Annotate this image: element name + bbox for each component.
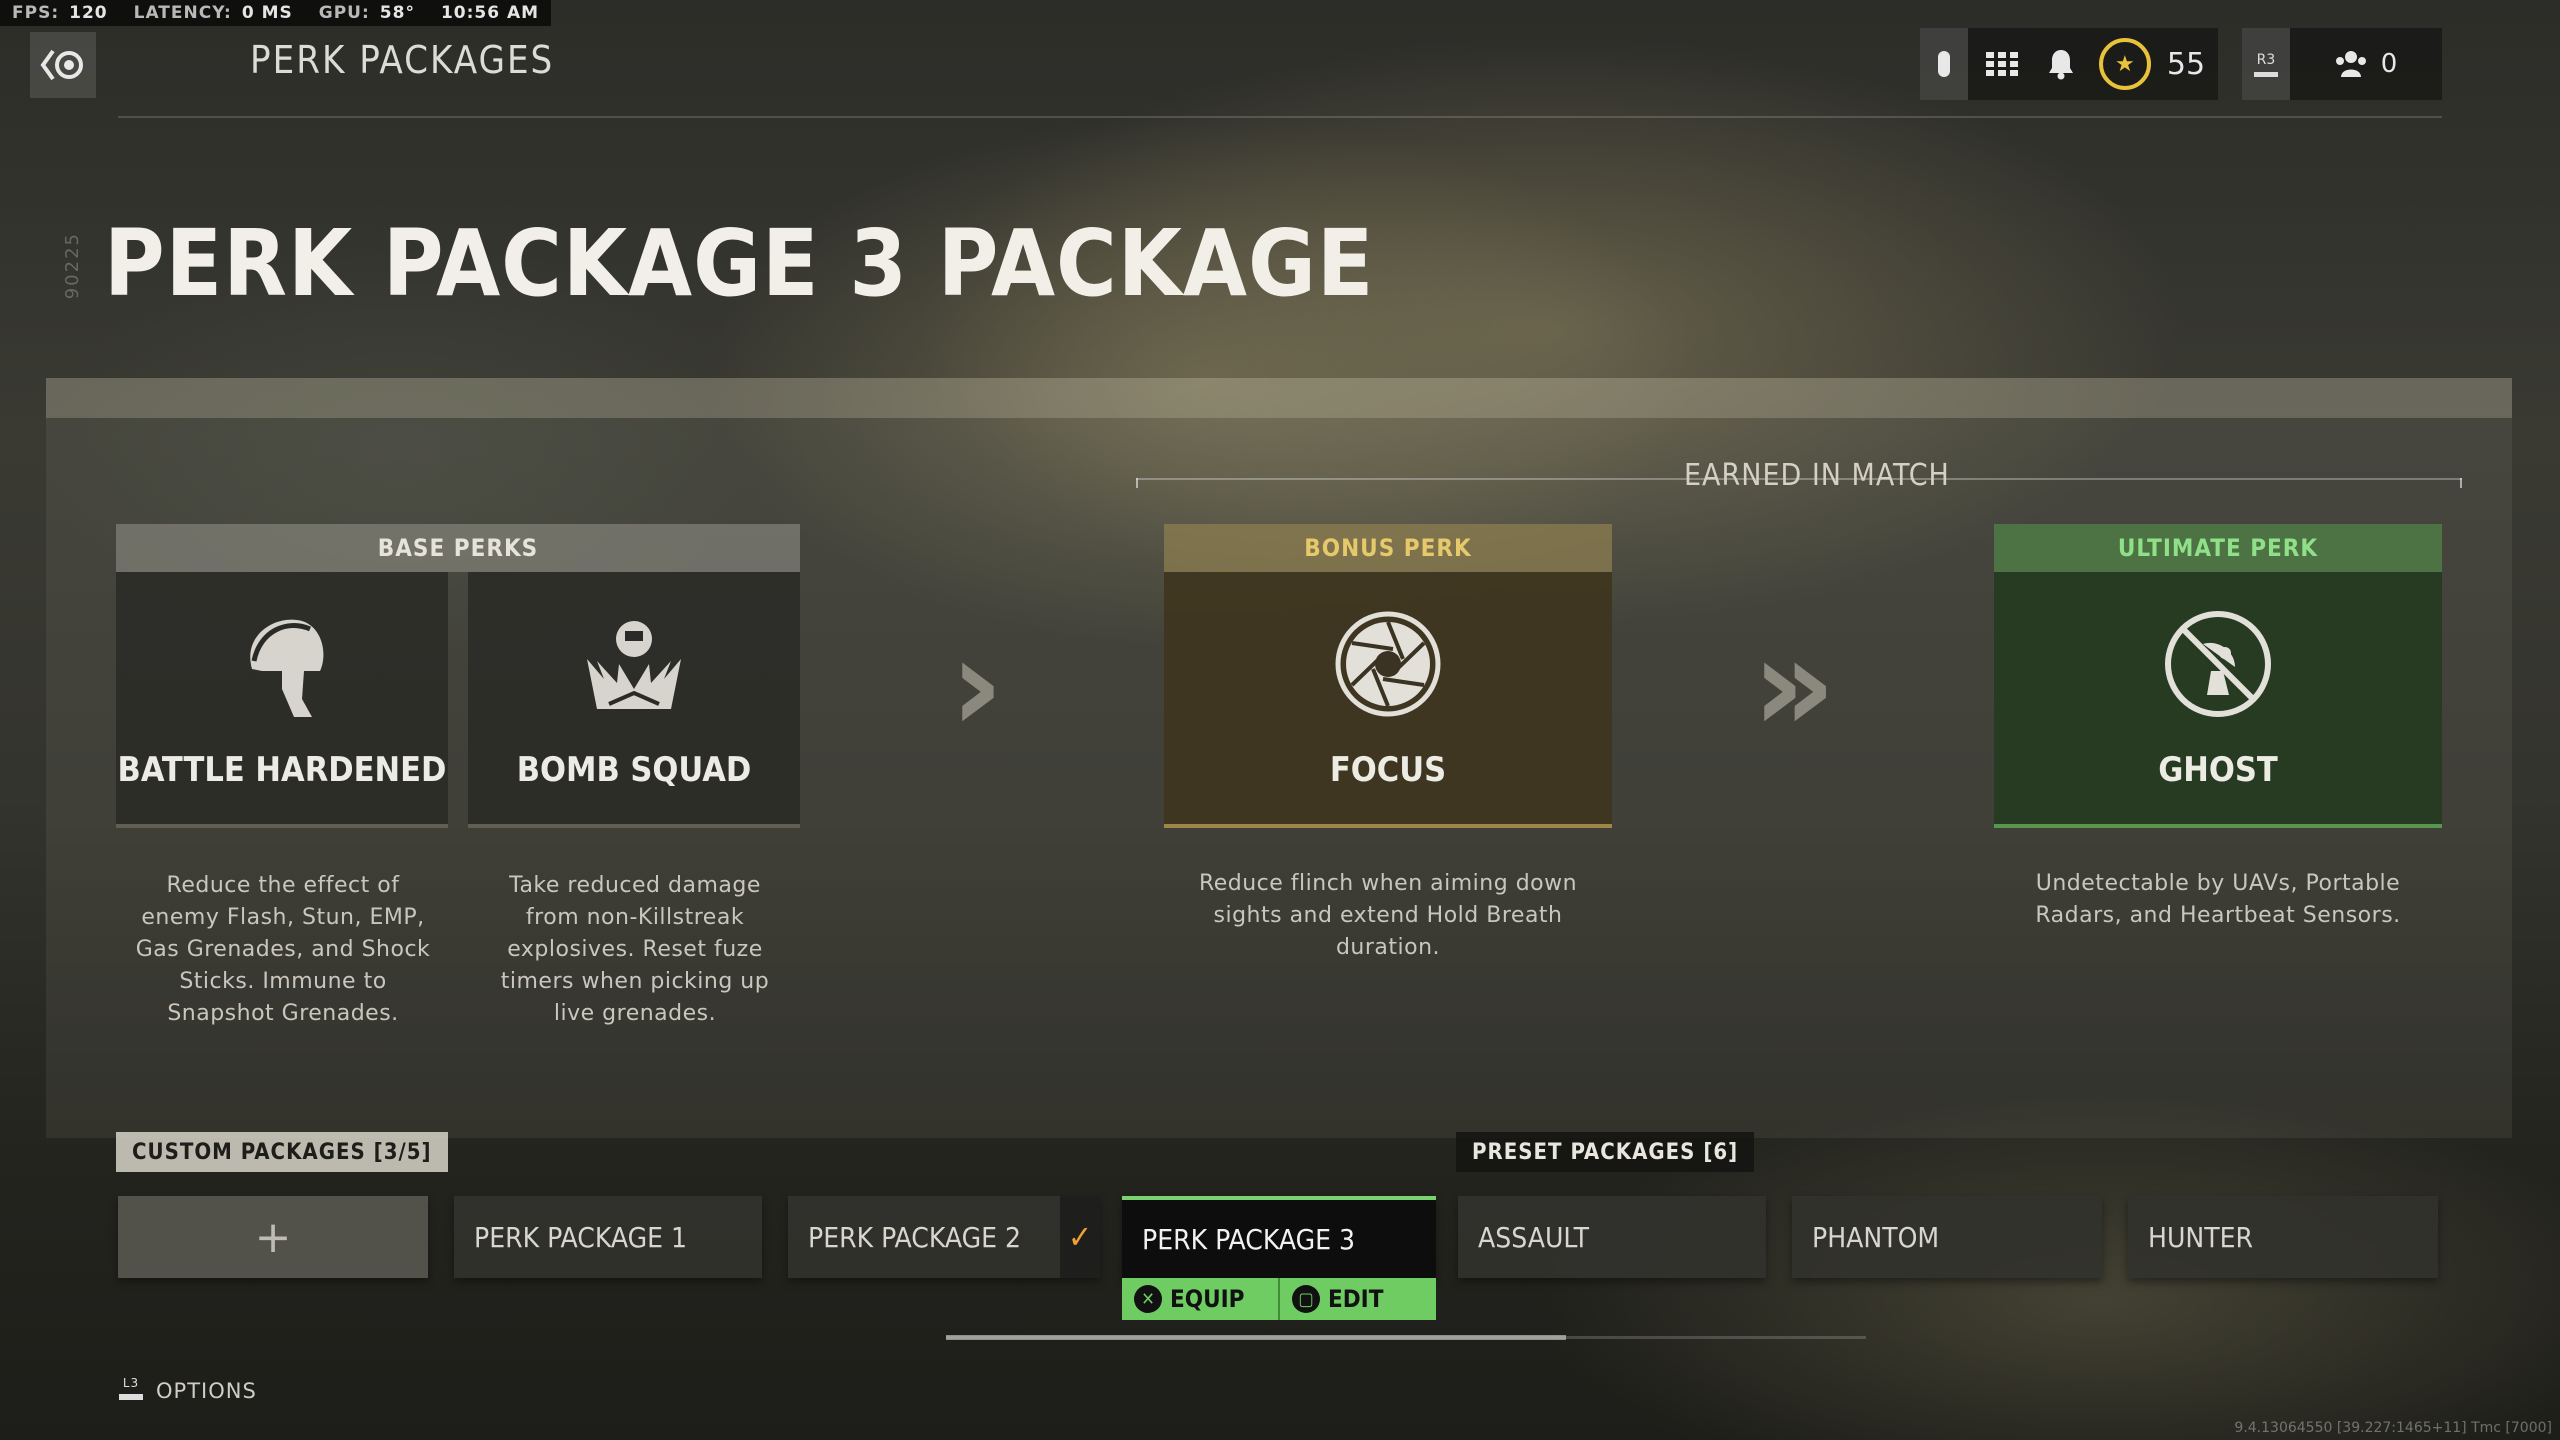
perk-description: Undetectable by UAVs, Portable Radars, a… [2035,871,2401,928]
l3-button-icon: L3 [118,1376,144,1406]
equip-label: EQUIP [1170,1285,1245,1313]
perk-name: FOCUS [1329,750,1447,790]
perk-card-ghost[interactable]: GHOST [1994,572,2442,828]
progression-double-chevron-icon: » [1752,609,1836,761]
package-actions: ✕ EQUIP ▢ EDIT [1122,1278,1436,1320]
friends-button[interactable]: 0 [2290,28,2442,100]
package-tile-2[interactable]: PERK PACKAGE 2 ✓ [788,1196,1100,1278]
friends-count: 0 [2380,49,2398,79]
square-button-icon: ▢ [1292,1285,1320,1313]
page-title: PERK PACKAGES [250,38,555,82]
equipped-check-icon: ✓ [1060,1196,1100,1278]
ultimate-perk-header: ULTIMATE PERK [1994,524,2442,572]
side-code: 90225 [62,232,83,300]
perk-description: Take reduced damage from non-Killstreak … [500,873,770,1026]
currency-amount: 55 [2166,46,2206,82]
header-divider [118,116,2442,118]
r3-button-hint: R3 [2242,28,2290,100]
custom-packages-label: CUSTOM PACKAGES [3/5] [116,1132,448,1172]
perk-name: GHOST [2158,750,2278,790]
back-icon [40,49,83,81]
perk-name: BATTLE HARDENED [117,750,447,790]
clock-time: 10:56 AM [440,3,540,23]
package-heading: PERK PACKAGE 3 PACKAGE [104,210,1375,317]
earned-in-match-label: EARNED IN MATCH [1684,458,1950,493]
no-radar-icon [2158,604,2278,724]
package-scrollbar-thumb[interactable] [946,1335,1566,1340]
perk-description: Reduce flinch when aiming down sights an… [1198,871,1578,960]
edit-label: EDIT [1328,1285,1384,1313]
progression-chevron-icon: › [950,609,1004,761]
package-tile-1[interactable]: PERK PACKAGE 1 [454,1196,762,1278]
gpu-value: 58° [379,3,415,23]
preset-assault[interactable]: ASSAULT [1458,1196,1766,1278]
preset-hunter[interactable]: HUNTER [2128,1196,2438,1278]
back-button[interactable] [30,32,96,98]
edit-button[interactable]: ▢ EDIT [1278,1278,1436,1320]
bomb-squad-icon [574,604,694,724]
base-perks-header: BASE PERKS [116,524,800,572]
performance-stats-bar: FPS: 120 LATENCY: 0 MS GPU: 58° 10:56 AM [0,0,552,26]
rank-coin-icon: ★ [2098,38,2151,90]
hud-menu-group: ★ 55 [1920,28,2218,100]
options-label: OPTIONS [156,1379,257,1403]
package-name: PERK PACKAGE 2 [808,1220,1022,1254]
bonus-perk-header: BONUS PERK [1164,524,1612,572]
cross-button-icon: ✕ [1134,1285,1162,1313]
notification-bell-icon[interactable] [2036,28,2086,100]
version-string: 9.4.13064550 [39.227:1465+11] Tmc [7000] [2234,1420,2552,1436]
perk-card-battle-hardened[interactable]: BATTLE HARDENED [116,572,448,828]
grid-menu-icon[interactable] [1968,28,2036,100]
aperture-icon [1328,604,1448,724]
preset-packages-label: PRESET PACKAGES [6] [1456,1132,1755,1172]
options-hint[interactable]: L3 OPTIONS [118,1376,257,1406]
currency-display[interactable]: ★ 55 [2086,28,2218,100]
perk-name: BOMB SQUAD [516,750,752,790]
preset-phantom[interactable]: PHANTOM [1792,1196,2102,1278]
controller-icon[interactable] [1920,28,1968,100]
gpu-label: GPU: [318,3,370,23]
latency-value: 0 MS [241,3,293,23]
perk-description: Reduce the effect of enemy Flash, Stun, … [135,873,431,1026]
latency-label: LATENCY: [133,3,232,23]
spartan-helmet-icon [222,604,342,724]
hud-social-group: R3 0 [2242,28,2442,100]
friends-icon [2335,51,2366,77]
add-package-button[interactable]: + [118,1196,428,1278]
fps-value: 120 [69,3,108,23]
perk-card-focus[interactable]: FOCUS [1164,572,1612,828]
package-tile-3-selected[interactable]: PERK PACKAGE 3 [1122,1196,1436,1278]
fps-label: FPS: [12,3,60,23]
perk-card-bomb-squad[interactable]: BOMB SQUAD [468,572,800,828]
equip-button[interactable]: ✕ EQUIP [1122,1278,1278,1320]
